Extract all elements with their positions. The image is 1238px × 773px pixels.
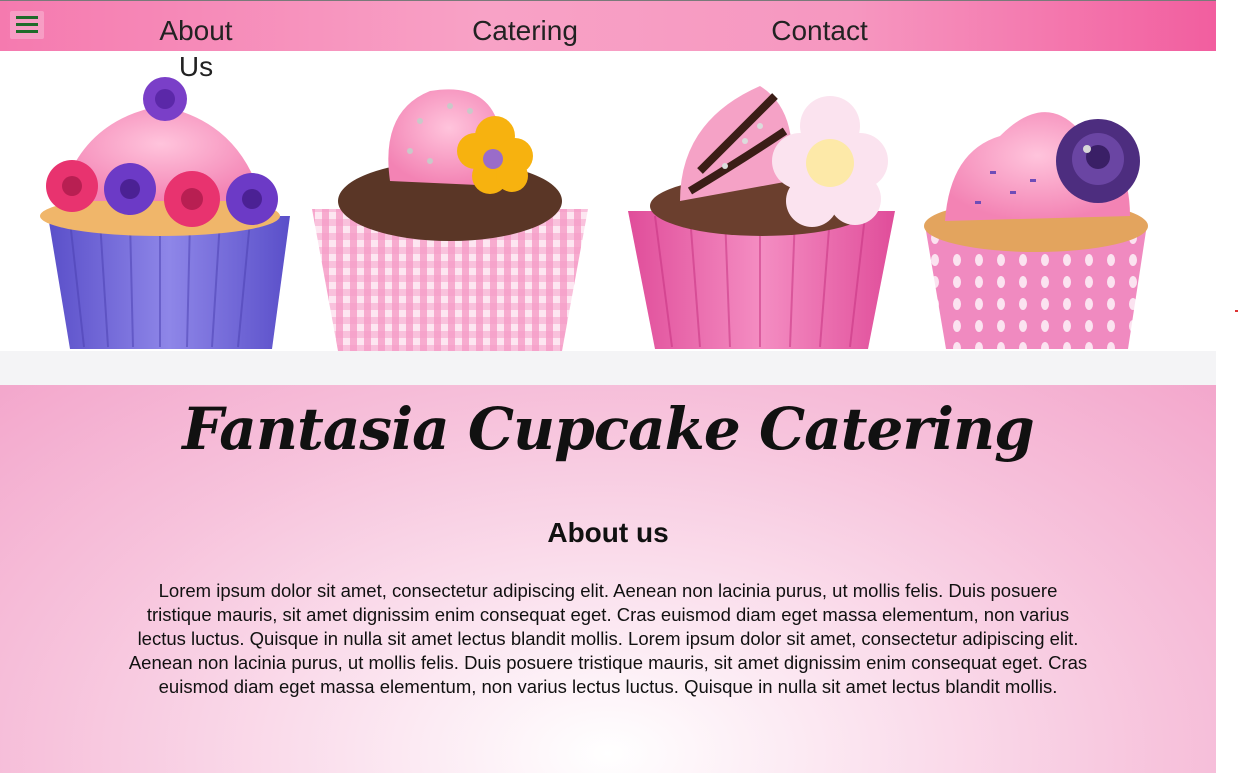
cupcake-4 [924,112,1148,349]
top-nav: About Us Catering Contact [0,0,1216,82]
page: About Us Catering Contact Fantasia Cupca… [0,0,1216,773]
hamburger-menu-icon[interactable] [10,11,44,39]
main-content: Fantasia Cupcake Catering About us Lorem… [0,385,1216,773]
cupcake-3 [628,86,895,349]
cupcake-1 [40,77,290,349]
section-heading-about: About us [547,517,669,548]
hero-image [0,51,1216,385]
cupcake-2 [312,89,588,351]
nav-link-contact[interactable]: Contact [752,13,887,49]
nav-link-catering[interactable]: Catering [450,13,600,49]
cupcakes-illustration [0,77,1216,385]
about-paragraph: Lorem ipsum dolor sit amet, consectetur … [128,580,1088,697]
site-title: Fantasia Cupcake Catering [182,395,1034,463]
nav-link-about-us[interactable]: About Us [148,13,244,85]
